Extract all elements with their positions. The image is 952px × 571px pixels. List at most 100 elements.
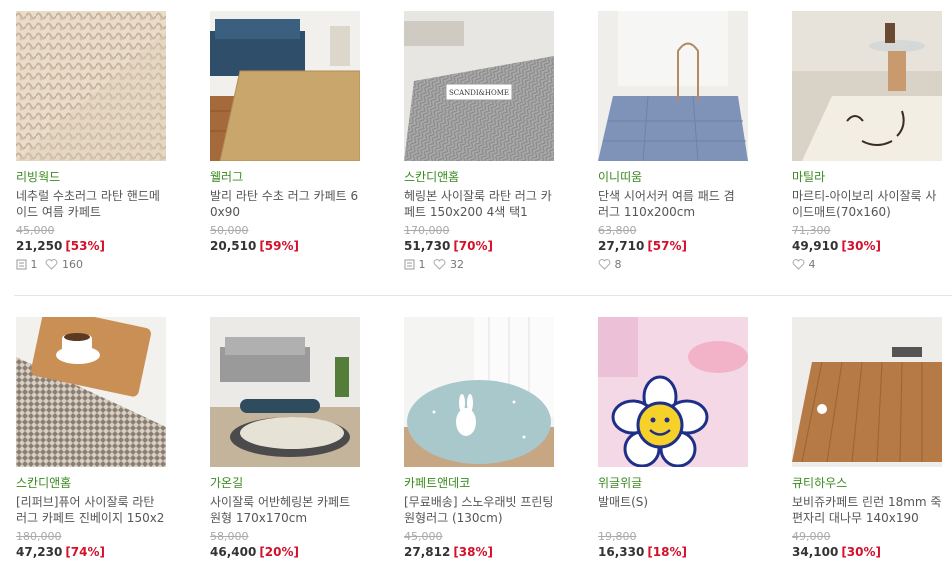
sale-price: 16,330 bbox=[598, 545, 645, 559]
sale-price: 47,230 bbox=[16, 545, 63, 559]
like-count: 32 bbox=[450, 258, 464, 271]
brand-name[interactable]: 마틸라 bbox=[792, 169, 952, 185]
product-thumbnail[interactable] bbox=[210, 11, 360, 161]
discount-rate: [53%] bbox=[65, 239, 106, 253]
sale-price: 21,250 bbox=[16, 239, 63, 253]
review-count: 1 bbox=[30, 258, 38, 271]
product-stats: 1 32 bbox=[404, 258, 584, 272]
product-thumbnail[interactable] bbox=[598, 317, 748, 467]
product-title[interactable]: 사이잘룩 어반헤링본 카페트 원형 170x170cm bbox=[210, 494, 360, 526]
heart-icon bbox=[433, 259, 446, 274]
price-line: 46,400 [20%] bbox=[210, 544, 390, 560]
like-count: 160 bbox=[62, 258, 83, 271]
product-stats: 8 bbox=[598, 258, 778, 272]
product-card[interactable]: 마틸라 마르티-아이보리 사이잘룩 사이드매트(70x160) 71,300 4… bbox=[792, 11, 952, 272]
sale-price: 34,100 bbox=[792, 545, 839, 559]
discount-rate: [74%] bbox=[65, 545, 106, 559]
like-count: 4 bbox=[808, 258, 816, 271]
discount-rate: [30%] bbox=[841, 545, 882, 559]
product-card[interactable]: 카페트앤데코 [무료배송] 스노우래빗 프린팅 원형러그 (130cm) 45,… bbox=[404, 317, 584, 560]
brand-name[interactable]: 웰러그 bbox=[210, 169, 390, 185]
original-price: 45,000 bbox=[16, 224, 55, 237]
original-price: 170,000 bbox=[404, 224, 450, 237]
product-title[interactable]: 헤링본 사이잘룩 라탄 러그 카페트 150x200 4색 택1 bbox=[404, 188, 554, 220]
rug-image bbox=[598, 317, 748, 467]
price-line: 34,100 [30%] bbox=[792, 544, 952, 560]
thumb-label: SCANDI&HOME bbox=[449, 89, 509, 97]
original-price: 49,000 bbox=[792, 530, 831, 543]
sale-price: 20,510 bbox=[210, 239, 257, 253]
price-line: 51,730 [70%] bbox=[404, 238, 584, 254]
price-line: 27,812 [38%] bbox=[404, 544, 584, 560]
discount-rate: [70%] bbox=[453, 239, 494, 253]
price-line: 27,710 [57%] bbox=[598, 238, 778, 254]
original-price: 50,000 bbox=[210, 224, 249, 237]
original-price: 180,000 bbox=[16, 530, 62, 543]
price-line: 16,330 [18%] bbox=[598, 544, 778, 560]
original-price: 45,000 bbox=[404, 530, 443, 543]
product-stats: 4 bbox=[792, 258, 952, 272]
product-thumbnail[interactable] bbox=[792, 11, 942, 161]
discount-rate: [30%] bbox=[841, 239, 882, 253]
product-thumbnail[interactable] bbox=[598, 11, 748, 161]
rug-image bbox=[404, 317, 554, 467]
discount-rate: [59%] bbox=[259, 239, 300, 253]
product-title[interactable]: [리퍼브]퓨어 사이잘룩 라탄 러그 카페트 진베이지 150x20 bbox=[16, 494, 166, 526]
product-card[interactable]: 리빙웍드 네추럴 수초러그 라탄 핸드메이드 여름 카페트 45,000 21,… bbox=[16, 11, 196, 272]
brand-name[interactable]: 스칸디앤홈 bbox=[16, 475, 196, 491]
product-title[interactable]: 발리 라탄 수초 러그 카페트 60x90 bbox=[210, 188, 360, 220]
brand-name[interactable]: 가온길 bbox=[210, 475, 390, 491]
heart-icon bbox=[792, 259, 805, 274]
original-price: 58,000 bbox=[210, 530, 249, 543]
product-thumbnail[interactable] bbox=[16, 11, 166, 161]
product-card[interactable]: SCANDI&HOME 스칸디앤홈 헤링본 사이잘룩 라탄 러그 카페트 150… bbox=[404, 11, 584, 272]
brand-name[interactable]: 카페트앤데코 bbox=[404, 475, 584, 491]
brand-name[interactable]: 리빙웍드 bbox=[16, 169, 196, 185]
original-price: 71,300 bbox=[792, 224, 831, 237]
original-price: 19,800 bbox=[598, 530, 637, 543]
discount-rate: [20%] bbox=[259, 545, 300, 559]
product-title[interactable]: 단색 시어서커 여름 패드 겸 러그 110x200cm bbox=[598, 188, 748, 220]
heart-icon bbox=[45, 259, 58, 274]
product-title[interactable]: 발매트(S) bbox=[598, 494, 748, 526]
product-title[interactable]: 네추럴 수초러그 라탄 핸드메이드 여름 카페트 bbox=[16, 188, 166, 220]
brand-name[interactable]: 스칸디앤홈 bbox=[404, 169, 584, 185]
product-card[interactable]: 위글위글 발매트(S) 19,800 16,330 [18%] bbox=[598, 317, 778, 560]
product-grid: 리빙웍드 네추럴 수초러그 라탄 핸드메이드 여름 카페트 45,000 21,… bbox=[0, 0, 952, 571]
rug-image: SCANDI&HOME bbox=[404, 11, 554, 161]
rug-image bbox=[210, 317, 360, 467]
review-icon bbox=[404, 259, 415, 274]
rug-image bbox=[16, 317, 166, 467]
brand-name[interactable]: 위글위글 bbox=[598, 475, 778, 491]
product-title[interactable]: 마르티-아이보리 사이잘룩 사이드매트(70x160) bbox=[792, 188, 942, 220]
product-thumbnail[interactable]: SCANDI&HOME bbox=[404, 11, 554, 161]
rug-image bbox=[210, 11, 360, 161]
brand-name[interactable]: 큐티하우스 bbox=[792, 475, 952, 491]
product-thumbnail[interactable] bbox=[16, 317, 166, 467]
sale-price: 27,812 bbox=[404, 545, 451, 559]
sale-price: 27,710 bbox=[598, 239, 645, 253]
discount-rate: [18%] bbox=[647, 545, 688, 559]
rug-image bbox=[792, 317, 942, 467]
price-line: 47,230 [74%] bbox=[16, 544, 196, 560]
product-title[interactable]: 보비쥬카페트 린런 18mm 죽편자리 대나무 140x190 bbox=[792, 494, 942, 526]
product-card[interactable]: 가온길 사이잘룩 어반헤링본 카페트 원형 170x170cm 58,000 4… bbox=[210, 317, 390, 560]
original-price: 63,800 bbox=[598, 224, 637, 237]
product-title[interactable]: [무료배송] 스노우래빗 프린팅 원형러그 (130cm) bbox=[404, 494, 554, 526]
brand-name[interactable]: 이니띠움 bbox=[598, 169, 778, 185]
review-count: 1 bbox=[418, 258, 426, 271]
product-card[interactable]: 스칸디앤홈 [리퍼브]퓨어 사이잘룩 라탄 러그 카페트 진베이지 150x20… bbox=[16, 317, 196, 560]
product-stats: 1 160 bbox=[16, 258, 196, 272]
price-line: 20,510 [59%] bbox=[210, 238, 390, 254]
product-thumbnail[interactable] bbox=[792, 317, 942, 467]
product-card[interactable]: 큐티하우스 보비쥬카페트 린런 18mm 죽편자리 대나무 140x190 49… bbox=[792, 317, 952, 560]
like-count: 8 bbox=[614, 258, 622, 271]
rug-image bbox=[16, 11, 166, 161]
product-thumbnail[interactable] bbox=[404, 317, 554, 467]
product-thumbnail[interactable] bbox=[210, 317, 360, 467]
product-card[interactable]: 이니띠움 단색 시어서커 여름 패드 겸 러그 110x200cm 63,800… bbox=[598, 11, 778, 272]
discount-rate: [57%] bbox=[647, 239, 688, 253]
sale-price: 51,730 bbox=[404, 239, 451, 253]
price-line: 49,910 [30%] bbox=[792, 238, 952, 254]
product-card[interactable]: 웰러그 발리 라탄 수초 러그 카페트 60x90 50,000 20,510[… bbox=[210, 11, 390, 254]
